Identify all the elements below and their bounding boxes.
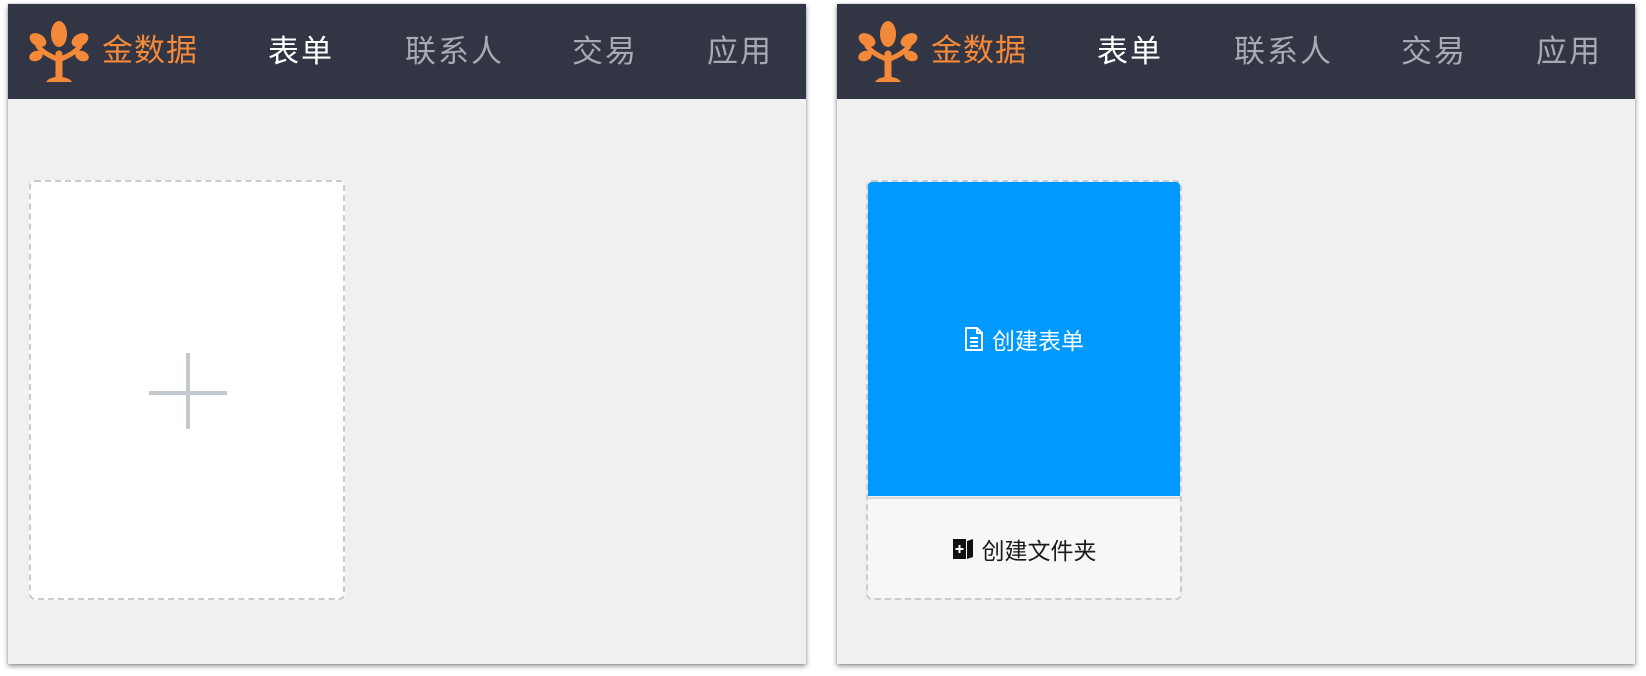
create-menu-card: 创建表单 创建文件夹 — [866, 180, 1182, 600]
nav-item-contacts[interactable]: 联系人 — [1234, 34, 1333, 70]
top-navbar: 金数据 表单 联系人 交易 应用 — [837, 4, 1635, 99]
nav-item-forms[interactable]: 表单 — [268, 34, 334, 70]
nav-item-forms[interactable]: 表单 — [1097, 34, 1163, 70]
brand-name: 金数据 — [102, 32, 198, 69]
nav-item-contacts[interactable]: 联系人 — [405, 34, 504, 70]
nav-item-apps[interactable]: 应用 — [707, 34, 773, 70]
top-navbar: 金数据 表单 联系人 交易 应用 — [8, 4, 806, 99]
add-new-card[interactable] — [29, 180, 345, 600]
tree-logo-icon — [28, 20, 90, 82]
folder-add-icon — [952, 537, 974, 561]
brand[interactable]: 金数据 — [857, 20, 1027, 82]
nav-item-apps[interactable]: 应用 — [1536, 34, 1602, 70]
create-form-button[interactable]: 创建表单 — [868, 182, 1180, 496]
create-form-label: 创建表单 — [992, 329, 1084, 355]
tree-logo-icon — [857, 20, 919, 82]
create-folder-button[interactable]: 创建文件夹 — [868, 497, 1180, 598]
create-folder-label: 创建文件夹 — [981, 538, 1097, 565]
brand-name: 金数据 — [931, 32, 1027, 69]
right-panel: 金数据 表单 联系人 交易 应用 创建表单 创建文件夹 — [837, 4, 1635, 664]
left-panel: 金数据 表单 联系人 交易 应用 — [8, 4, 806, 664]
document-icon — [964, 327, 984, 351]
brand[interactable]: 金数据 — [28, 20, 198, 82]
nav-item-transactions[interactable]: 交易 — [572, 34, 638, 70]
nav-item-transactions[interactable]: 交易 — [1401, 34, 1467, 70]
